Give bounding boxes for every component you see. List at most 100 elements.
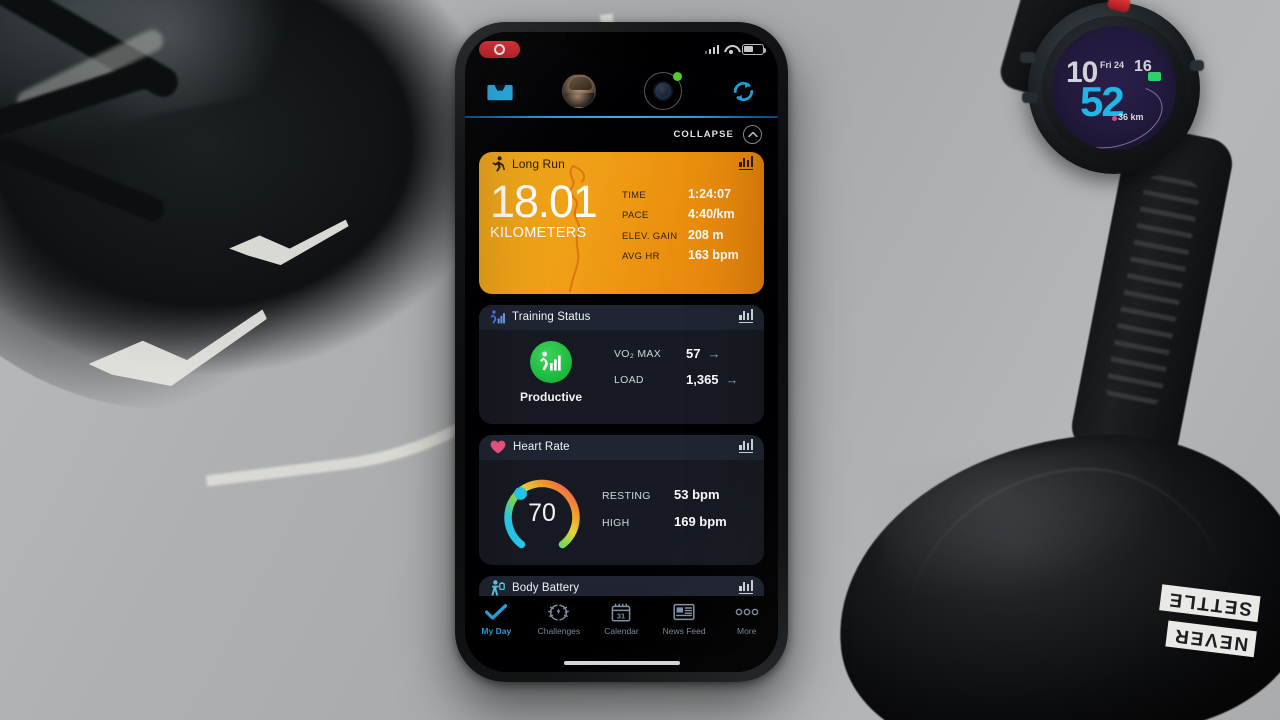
system-icons [704,43,767,55]
bar-chart-icon[interactable] [739,580,753,594]
watch-button [1020,52,1036,63]
calendar-icon: 31 [611,602,631,622]
stat-label: LOAD [614,373,644,386]
chevron-up-icon[interactable] [743,125,762,145]
profile-avatar[interactable] [561,74,596,108]
bar-chart-icon[interactable] [739,156,753,170]
stat-row: ELEV. GAIN 208 m [622,228,753,242]
body-battery-icon [491,580,505,596]
device-connected-indicator [673,72,683,81]
stat-row: AVG HR 163 bpm [622,248,753,262]
tab-challenges[interactable]: Challenges [528,602,591,636]
stat-value: 53 bpm [674,486,720,502]
card-title: Heart Rate [513,441,570,454]
long-run-primary-metric: 18.01 KILOMETERS [490,175,622,269]
tab-label: More [736,626,757,636]
home-indicator[interactable] [563,661,680,665]
tab-calendar[interactable]: 31 Calendar [590,602,653,636]
tab-label: Calendar [604,626,639,636]
home-indicator-area [465,654,778,672]
sync-icon[interactable] [731,80,756,103]
watch-device-face [653,81,674,101]
phone-notch [565,32,678,54]
top-navigation-bar [465,66,778,116]
news-icon [673,602,695,622]
stat-value: 169 bpm [674,513,727,529]
distance-value: 18.01 [490,175,598,227]
collapse-row: COLLAPSE [465,118,778,152]
stat-row[interactable]: LOAD 1,365 → [614,372,751,387]
status-badge-circle [530,340,572,383]
cards-list: Long Run 18.01 KILOMETERS TIME 1:24:07 P… [465,151,778,596]
card-header: Training Status [479,304,764,330]
tab-label: My Day [481,626,512,636]
scene: 10 Fri 24 16 52 36 km NEVER SETTLE COLLA… [0,0,1280,720]
heart-icon [490,440,506,454]
screen-recording-indicator[interactable] [479,40,520,58]
card-heart-rate[interactable]: Heart Rate 70 RESTING 53 bpm HIGH 169 bp… [479,434,764,565]
stat-label: PACE [622,210,649,222]
tab-label: News Feed [662,626,706,636]
card-title: Training Status [512,311,591,324]
watch-face: 10 Fri 24 16 52 36 km [1052,26,1176,150]
card-body: Productive VO₂ MAX 57 → LOAD 1,365 → [479,330,764,417]
card-training-status[interactable]: Training Status Productive VO₂ MAX 57 → … [479,304,764,424]
card-body: 70 RESTING 53 bpm HIGH 169 bpm [479,460,764,565]
tab-label: Challenges [537,626,581,636]
card-long-run[interactable]: Long Run 18.01 KILOMETERS TIME 1:24:07 P… [479,151,764,294]
card-title: Body Battery [512,582,580,595]
stat-label: VO₂ MAX [614,347,662,360]
smartphone: COLLAPSE Long Run 18.01 KILOMETERS TIME … [455,22,788,682]
watch-band [1067,122,1237,468]
stat-value: 163 bpm [688,248,739,263]
heart-rate-value: 70 [528,499,556,528]
svg-text:31: 31 [617,611,625,620]
watch-battery-icon [1148,72,1161,81]
long-run-stats: TIME 1:24:07 PACE 4:40/km ELEV. GAIN 208… [622,181,753,269]
stat-label: AVG HR [622,251,660,263]
card-body: 18.01 KILOMETERS TIME 1:24:07 PACE 4:40/… [479,177,764,269]
tab-news-feed[interactable]: News Feed [653,602,716,636]
stat-row: PACE 4:40/km [622,207,753,221]
training-status-icon [540,351,561,371]
watch-button [1190,60,1204,71]
stat-value: 4:40/km [688,207,735,222]
collapse-label: COLLAPSE [673,129,734,141]
bar-chart-icon[interactable] [739,309,753,323]
card-header: Heart Rate [479,434,764,460]
record-icon [494,43,505,55]
stat-row: TIME 1:24:07 [622,187,753,201]
tab-my-day[interactable]: My Day [465,602,528,636]
stat-value: 1,365 [686,372,719,388]
card-body-battery[interactable]: Body Battery [479,575,764,596]
training-status-badge: Productive [492,340,610,404]
laurel-icon [548,602,570,622]
watch-date: Fri 24 [1100,60,1125,70]
cap-label-line-2: SETTLE [1159,584,1261,623]
stat-label: TIME [622,189,647,201]
inbox-icon[interactable] [487,81,513,102]
watch-button [1022,92,1038,103]
stat-value: 57 [686,346,701,362]
training-status-stats: VO₂ MAX 57 → LOAD 1,365 → [610,346,751,398]
status-badge-label: Productive [519,389,582,404]
stat-row: HIGH 169 bpm [602,514,751,529]
card-title: Long Run [512,157,565,172]
watch-device-icon[interactable] [644,72,683,110]
stat-value: 208 m [688,227,724,242]
check-icon [485,602,508,622]
stat-label: RESTING [602,489,651,502]
phone-screen-glass: COLLAPSE Long Run 18.01 KILOMETERS TIME … [465,32,778,672]
distance-unit: KILOMETERS [490,224,587,241]
heart-rate-stats: RESTING 53 bpm HIGH 169 bpm [592,487,751,541]
running-icon [492,156,505,172]
stat-row[interactable]: VO₂ MAX 57 → [614,346,751,361]
stat-value: 1:24:07 [688,186,732,201]
stat-row: RESTING 53 bpm [602,487,751,502]
bar-chart-icon[interactable] [739,439,753,453]
signal-bars-icon [704,44,719,54]
card-header: Body Battery [479,575,764,596]
app-screen: COLLAPSE Long Run 18.01 KILOMETERS TIME … [465,32,778,672]
bottom-tab-bar: My Day Challenges 31 Calendar News Feed … [465,596,778,654]
tab-more[interactable]: More [715,602,778,636]
